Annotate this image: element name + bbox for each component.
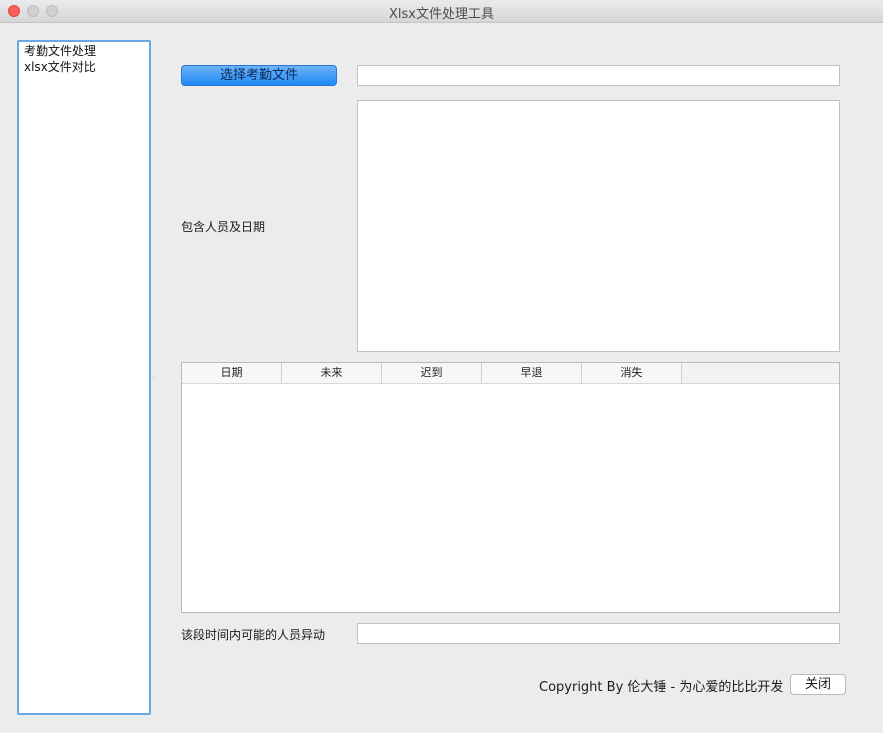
personnel-changes-input[interactable]: [357, 623, 840, 644]
window-title: Xlsx文件处理工具: [389, 7, 494, 22]
sidebar-item-xlsx-compare[interactable]: xlsx文件对比: [24, 59, 144, 75]
sidebar-item-attendance[interactable]: 考勤文件处理: [24, 43, 144, 59]
attendance-table[interactable]: 日期 未来 迟到 早退 消失: [181, 362, 840, 613]
app-window: Xlsx文件处理工具 考勤文件处理 xlsx文件对比 ◦ 选择考勤文件 包含人员…: [0, 0, 883, 733]
copyright-text: Copyright By 伦大锤 - 为心爱的比比开发: [539, 680, 784, 695]
column-header-absent[interactable]: 未来: [282, 363, 382, 383]
persons-dates-textarea[interactable]: [357, 100, 840, 352]
file-path-input[interactable]: [357, 65, 840, 86]
table-header: 日期 未来 迟到 早退 消失: [182, 363, 839, 384]
title-bar: Xlsx文件处理工具: [0, 0, 883, 23]
splitter-handle-icon[interactable]: ◦: [152, 375, 156, 382]
column-header-missing[interactable]: 消失: [582, 363, 682, 383]
column-header-date[interactable]: 日期: [182, 363, 282, 383]
column-header-late[interactable]: 迟到: [382, 363, 482, 383]
sidebar-list[interactable]: 考勤文件处理 xlsx文件对比: [17, 40, 151, 715]
persons-dates-label: 包含人员及日期: [181, 220, 266, 234]
select-file-button[interactable]: 选择考勤文件: [181, 65, 337, 86]
personnel-changes-label: 该段时间内可能的人员异动: [181, 628, 326, 642]
close-button[interactable]: 关闭: [790, 674, 846, 695]
column-header-early-leave[interactable]: 早退: [482, 363, 582, 383]
